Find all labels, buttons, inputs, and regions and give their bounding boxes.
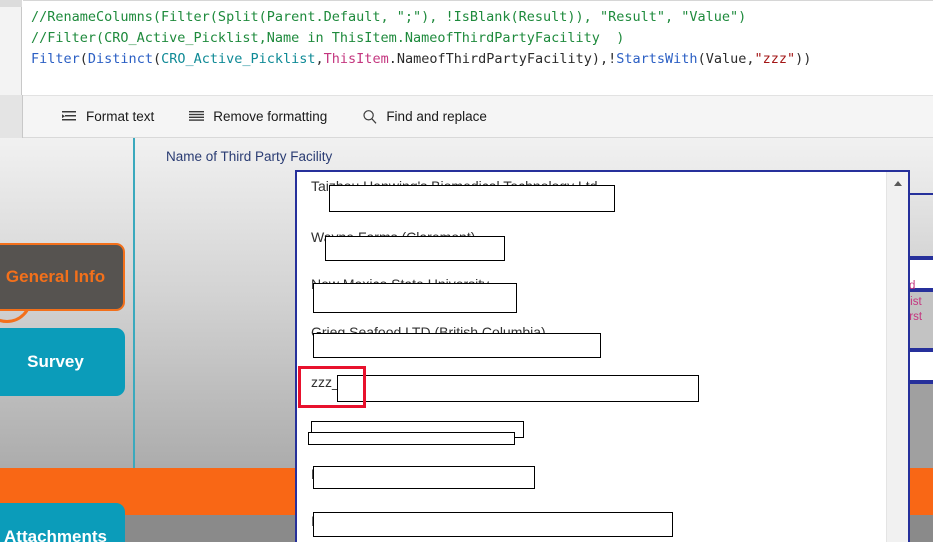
formula-toolbar: Format text Remove formatting Find and r…	[23, 95, 933, 138]
formula-token-comment: //Filter(CRO_Active_Picklist,Name in Thi…	[31, 30, 625, 46]
formula-gutter	[0, 0, 22, 95]
formula-token-tbl: CRO_Active_Picklist	[161, 51, 316, 67]
formula-token-plain: (	[152, 51, 162, 67]
scroll-up-arrow-icon[interactable]	[887, 174, 908, 192]
remove-formatting-button[interactable]: Remove formatting	[178, 105, 337, 129]
redaction-box	[337, 375, 699, 402]
formula-token-fn: Filter	[31, 51, 80, 67]
dropdown-option-list[interactable]: Taizhou Hanwing's Biomedical Technology …	[297, 172, 886, 542]
toolbar-left-edge	[0, 95, 23, 138]
find-and-replace-button[interactable]: Find and replace	[351, 105, 497, 129]
formula-token-plain: ))	[795, 51, 812, 67]
red-highlight-box	[298, 366, 366, 408]
formula-line: Filter(Distinct(CRO_Active_Picklist,This…	[31, 49, 933, 70]
redaction-box	[313, 466, 535, 489]
find-and-replace-label: Find and replace	[386, 109, 487, 124]
formula-line: //Filter(CRO_Active_Picklist,Name in Thi…	[31, 28, 933, 49]
sidebar-item-label: General Info	[5, 267, 106, 286]
formula-token-plain: (Value,	[697, 51, 755, 67]
formula-token-this: ThisItem	[323, 51, 389, 67]
redaction-box	[308, 432, 515, 445]
sidebar-item-attachments[interactable]: Attachments	[0, 503, 125, 542]
search-icon	[361, 109, 378, 125]
formula-token-fn: StartsWith	[616, 51, 698, 67]
third-party-facility-label: Name of Third Party Facility	[166, 149, 333, 164]
redaction-box	[329, 185, 615, 212]
formula-token-plain: ,	[315, 51, 324, 67]
remove-formatting-icon	[188, 109, 205, 125]
sidebar-item-general-info[interactable]: General Info	[0, 243, 125, 311]
redaction-box	[325, 236, 505, 261]
formula-editor-panel[interactable]: //RenameColumns(Filter(Split(Parent.Defa…	[0, 0, 933, 95]
app-canvas: General Info Survey Attachments Name of …	[0, 138, 933, 542]
dropdown-scrollbar[interactable]	[886, 172, 908, 542]
redaction-box	[313, 283, 517, 313]
format-text-icon	[61, 109, 78, 125]
formula-token-str: "zzz"	[754, 51, 796, 67]
remove-formatting-label: Remove formatting	[213, 109, 328, 124]
app-screenshot: //RenameColumns(Filter(Split(Parent.Defa…	[0, 0, 933, 542]
formula-token-fn: Distinct	[87, 51, 153, 67]
redaction-box	[313, 512, 673, 537]
formula-line: //RenameColumns(Filter(Split(Parent.Defa…	[31, 7, 933, 28]
formula-token-plain: .NameofThirdPartyFacility),!	[388, 51, 617, 67]
sidebar-item-label: Survey	[27, 352, 84, 371]
sidebar-item-survey[interactable]: Survey	[0, 328, 125, 396]
formula-gutter-top	[0, 0, 22, 7]
formula-token-plain: (	[79, 51, 88, 67]
third-party-facility-dropdown[interactable]: Taizhou Hanwing's Biomedical Technology …	[295, 170, 910, 542]
sidebar-item-label: Attachments	[4, 527, 107, 542]
redaction-box	[313, 333, 601, 358]
formula-token-comment: //RenameColumns(Filter(Split(Parent.Defa…	[31, 9, 747, 25]
format-text-button[interactable]: Format text	[51, 105, 164, 129]
formula-text-area[interactable]: //RenameColumns(Filter(Split(Parent.Defa…	[23, 0, 933, 95]
format-text-label: Format text	[86, 109, 155, 124]
